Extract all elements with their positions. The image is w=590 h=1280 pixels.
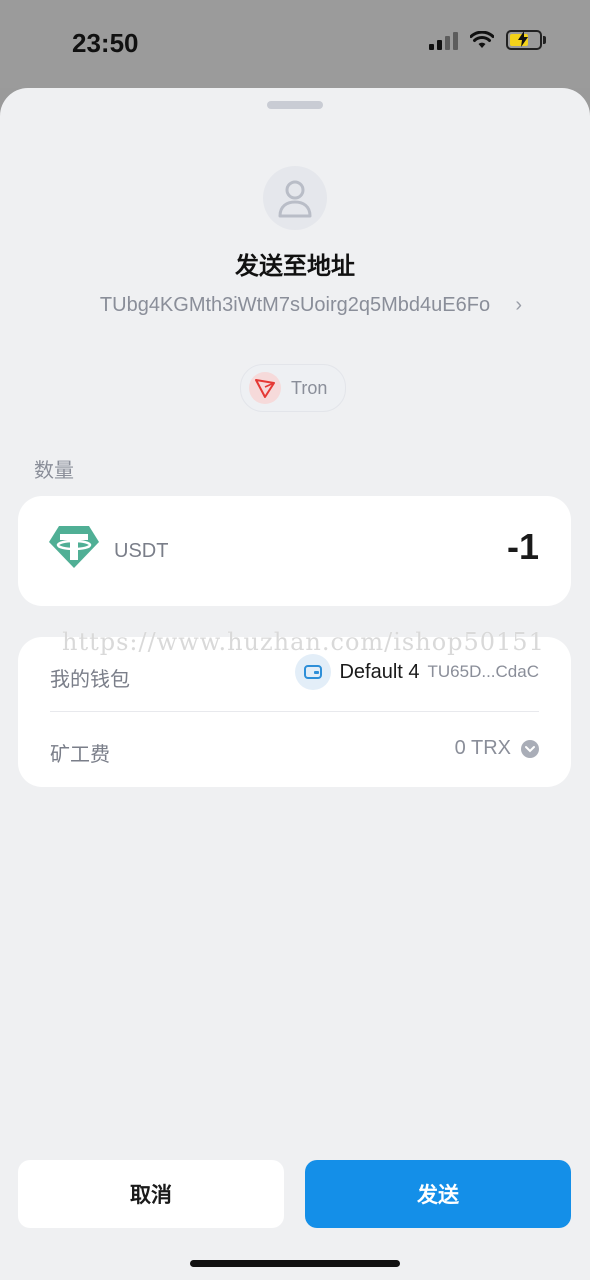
wallet-name: Default 4 (339, 660, 420, 683)
amount-section-label: 数量 (34, 460, 74, 482)
status-icons (429, 30, 546, 50)
wallet-selector[interactable]: Default 4 TU65D...CdaC (295, 654, 539, 690)
wallet-address: TU65D...CdaC (427, 662, 539, 681)
fee-label: 矿工费 (50, 744, 110, 766)
battery-icon (506, 30, 546, 50)
chevron-down-icon (521, 739, 539, 758)
signal-icon (429, 30, 458, 50)
usdt-icon (48, 524, 100, 575)
wifi-icon (470, 31, 494, 48)
wallet-icon (295, 654, 332, 690)
network-badge: Tron (240, 364, 347, 412)
watermark: https://www.huzhan.com/ishop50151 (62, 628, 545, 656)
tron-icon (249, 372, 281, 404)
home-indicator (190, 1260, 400, 1267)
details-card: 我的钱包 Default 4 TU65D...CdaC 矿工费 0 TRX (18, 637, 571, 787)
token-name: USDT (114, 540, 169, 562)
page-title: 发送至地址 (235, 253, 355, 280)
amount-card[interactable]: USDT -1 (18, 496, 571, 606)
send-button[interactable]: 发送 (305, 1160, 571, 1228)
fee-value: 0 TRX (454, 737, 511, 759)
status-time: 23:50 (72, 28, 139, 58)
status-bar: 23:50 (0, 0, 590, 88)
send-sheet: 发送至地址 TUbg4KGMth3iWtM7sUoirg2q5Mbd4uE6Fo… (0, 88, 590, 1280)
network-label: Tron (291, 377, 328, 398)
amount-value: -1 (506, 526, 539, 567)
chevron-right-icon: › (515, 294, 522, 316)
recipient-avatar-icon (263, 166, 327, 230)
divider (50, 711, 539, 712)
wallet-label: 我的钱包 (50, 669, 130, 691)
sheet-grabber[interactable] (267, 101, 323, 109)
cancel-button[interactable]: 取消 (18, 1160, 284, 1228)
recipient-address[interactable]: TUbg4KGMth3iWtM7sUoirg2q5Mbd4uE6Fo › (70, 290, 522, 320)
recipient-address-text: TUbg4KGMth3iWtM7sUoirg2q5Mbd4uE6Fo (99, 294, 491, 316)
fee-selector[interactable]: 0 TRX (455, 737, 539, 760)
